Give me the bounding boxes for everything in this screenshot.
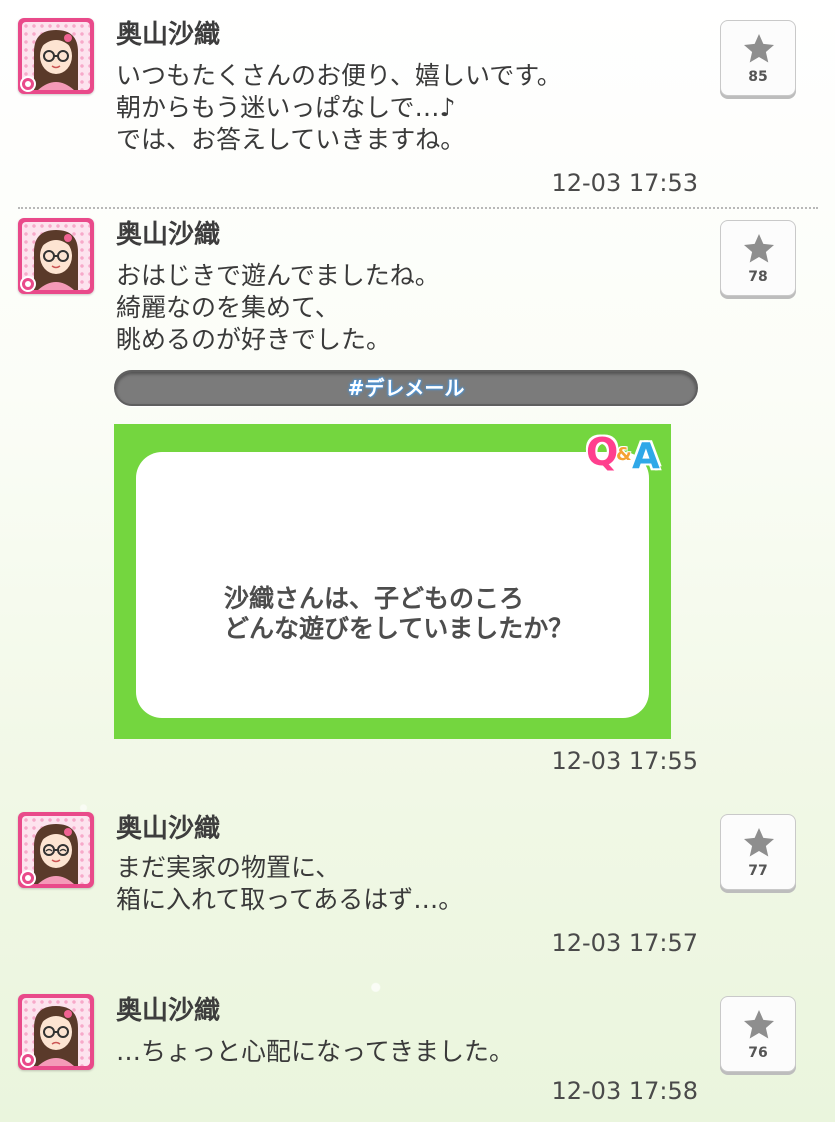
- star-button[interactable]: 77: [720, 814, 796, 890]
- qa-logo-q: Q: [586, 430, 619, 474]
- timestamp: 12-03 17:55: [551, 747, 698, 775]
- post-text-line: 朝からもう迷いっぱなしで…♪: [116, 93, 456, 122]
- qa-question-line: どんな遊びをしていましたか？: [224, 614, 574, 643]
- post-text-line: 綺麗なのを集めて、: [116, 293, 340, 322]
- qa-logo-a: A: [632, 436, 660, 477]
- hashtag-bar[interactable]: #デレメール: [114, 370, 698, 406]
- star-count: 78: [748, 269, 768, 285]
- star-count: 85: [748, 69, 768, 85]
- post-text-line: 箱に入れて取ってあるはず…。: [116, 885, 464, 914]
- qa-logo: Q & A: [582, 430, 670, 478]
- star-button[interactable]: 76: [720, 996, 796, 1072]
- qa-logo-amp: &: [616, 444, 632, 465]
- hashtag-label: #デレメール: [347, 376, 465, 400]
- poster-name: 奥山沙織: [116, 220, 221, 250]
- post-text-line: おはじきで遊んでましたね。: [116, 261, 440, 290]
- post-text: いつもたくさんのお便り、嬉しいです。 朝からもう迷いっぱなしで…♪ では、お答え…: [116, 60, 562, 156]
- timestamp: 12-03 17:58: [551, 1077, 698, 1105]
- timestamp: 12-03 17:53: [551, 169, 698, 197]
- qa-question: 沙織さんは、子どものころ どんな遊びをしていましたか？: [224, 584, 573, 644]
- post-text: おはじきで遊んでましたね。 綺麗なのを集めて、 眺めるのが好きでした。: [116, 260, 440, 356]
- avatar[interactable]: [18, 218, 94, 294]
- star-button[interactable]: 78: [720, 220, 796, 296]
- star-icon: [744, 34, 774, 63]
- post-text: …ちょっと心配になってきました。: [116, 1036, 514, 1068]
- star-count: 76: [748, 1045, 768, 1061]
- poster-name: 奥山沙織: [116, 814, 221, 844]
- star-icon: [744, 234, 774, 263]
- avatar[interactable]: [18, 18, 94, 94]
- post-text-line: 眺めるのが好きでした。: [116, 325, 392, 354]
- timestamp: 12-03 17:57: [551, 929, 698, 957]
- star-icon: [744, 828, 774, 857]
- post-text-line: …ちょっと心配になってきました。: [116, 1037, 515, 1066]
- poster-name: 奥山沙織: [116, 20, 221, 50]
- avatar[interactable]: [18, 994, 94, 1070]
- post-divider: [18, 207, 818, 209]
- qa-panel: 沙織さんは、子どものころ どんな遊びをしていましたか？: [136, 452, 649, 718]
- qa-image-card[interactable]: 沙織さんは、子どものころ どんな遊びをしていましたか？ Q & A: [114, 424, 671, 739]
- star-button[interactable]: 85: [720, 20, 796, 96]
- post-text-line: まだ実家の物置に、: [116, 853, 341, 882]
- star-count: 77: [748, 863, 768, 879]
- post-text: まだ実家の物置に、 箱に入れて取ってあるはず…。: [116, 852, 463, 916]
- post-text-line: では、お答えしていきますね。: [116, 125, 466, 154]
- post-text-line: いつもたくさんのお便り、嬉しいです。: [116, 61, 562, 90]
- avatar[interactable]: [18, 812, 94, 888]
- poster-name: 奥山沙織: [116, 996, 221, 1026]
- star-icon: [744, 1010, 774, 1039]
- qa-question-line: 沙織さんは、子どものころ: [224, 584, 525, 613]
